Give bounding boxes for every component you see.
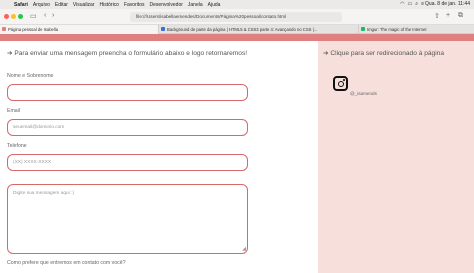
contact-preference-question: Como prefere que entremos em contato com…	[7, 260, 126, 266]
menu-editar[interactable]: Editar	[55, 2, 68, 8]
tab-favicon-icon	[361, 27, 365, 31]
minimize-window-button[interactable]	[11, 14, 16, 19]
search-icon[interactable]: ⌕	[415, 1, 418, 7]
tab-favicon-icon	[2, 27, 6, 31]
address-bar[interactable]: file:///Users/isabellaemendes/Documents/…	[130, 12, 342, 22]
phone-field[interactable]: (XX) XXXX-XXXX	[7, 154, 248, 171]
sidebar-toggle-icon[interactable]: ▭	[30, 12, 37, 20]
tab-alura-course[interactable]: Background de parte da página | HTML5 & …	[158, 25, 358, 34]
tab-label: Background de parte da página | HTML5 & …	[167, 27, 318, 32]
menu-ajuda[interactable]: Ajuda	[208, 2, 221, 8]
control-center-icon[interactable]: ≡	[421, 1, 424, 7]
forward-icon[interactable]: ›	[52, 12, 54, 19]
instagram-handle[interactable]: @_isamends	[350, 91, 377, 96]
instagram-icon[interactable]	[333, 76, 348, 91]
tab-pagina-pessoal[interactable]: Página pessoal de Isabella	[0, 25, 158, 34]
message-placeholder: Digite sua mensagem aqui :)	[13, 191, 75, 196]
tab-favicon-icon	[161, 27, 165, 31]
form-title: ➔ Para enviar uma mensagem preencha o fo…	[7, 50, 248, 57]
new-tab-icon[interactable]: +	[446, 12, 450, 19]
email-field[interactable]: seuemail@dominio.com	[7, 119, 248, 136]
status-icons: ◠ ▭ ⌕ ≡	[400, 1, 424, 7]
tab-imgur[interactable]: Imgur: The magic of the Internet	[358, 25, 474, 34]
resize-handle-icon[interactable]: ◢	[242, 247, 246, 252]
menu-bar: Safari Arquivo Editar Visualizar Históri…	[0, 0, 474, 9]
menu-visualizar[interactable]: Visualizar	[73, 2, 95, 8]
page-top-band	[0, 34, 474, 41]
menu-safari[interactable]: Safari	[14, 2, 28, 8]
tab-label: Página pessoal de Isabella	[8, 27, 59, 32]
browser-toolbar: ▭ ‹ › file:///Users/isabellaemendes/Docu…	[0, 9, 474, 25]
zoom-window-button[interactable]	[18, 14, 23, 19]
social-sidebar: ➔ Clique para ser redirecionado à página…	[318, 41, 474, 273]
menu-historico[interactable]: Histórico	[100, 2, 119, 8]
menu-arquivo[interactable]: Arquivo	[33, 2, 50, 8]
email-label: Email	[7, 108, 20, 114]
wifi-icon[interactable]: ◠	[400, 1, 404, 7]
back-icon[interactable]: ‹	[44, 12, 46, 19]
phone-label: Telefone	[7, 143, 27, 149]
contact-form-section: ➔ Para enviar uma mensagem preencha o fo…	[0, 41, 318, 273]
tab-label: Imgur: The magic of the Internet	[367, 27, 427, 32]
name-label: Nome e Sobrenome	[7, 73, 54, 79]
tab-bar: Página pessoal de Isabella Background de…	[0, 25, 474, 34]
menu-favoritos[interactable]: Favoritos	[124, 2, 145, 8]
message-field[interactable]: Digite sua mensagem aqui :) ◢	[7, 184, 248, 254]
menu-clock[interactable]: Qua. 8 de jan. 11:44	[425, 1, 470, 7]
battery-icon[interactable]: ▭	[408, 1, 413, 7]
close-window-button[interactable]	[4, 14, 9, 19]
share-icon[interactable]: ⇧	[434, 12, 440, 20]
sidebar-title: ➔ Clique para ser redirecionado à página	[323, 50, 444, 57]
name-field[interactable]	[7, 84, 248, 101]
menu-desenvolvedor[interactable]: Desenvolvedor	[150, 2, 183, 8]
menu-janela[interactable]: Janela	[188, 2, 203, 8]
tab-overview-icon[interactable]: ⧉	[458, 12, 463, 20]
